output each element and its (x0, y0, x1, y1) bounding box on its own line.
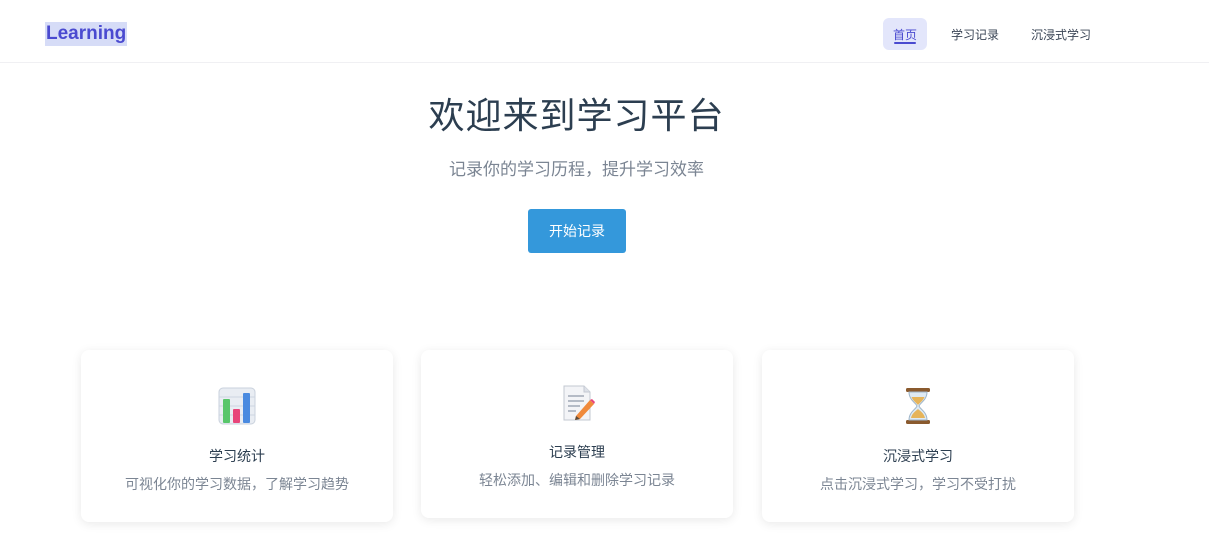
logo-link[interactable]: Learning (45, 22, 128, 46)
feature-card-immersive[interactable]: 沉浸式学习 点击沉浸式学习，学习不受打扰 (762, 350, 1074, 522)
nav-item-records[interactable]: 学习记录 (941, 18, 1009, 50)
hero-subtitle: 记录你的学习历程，提升学习效率 (449, 160, 704, 180)
memo-pencil-icon (563, 385, 595, 421)
feature-title: 沉浸式学习 (883, 449, 953, 465)
start-recording-button[interactable]: 开始记录 (528, 209, 626, 253)
hourglass-icon (906, 388, 930, 424)
feature-description: 轻松添加、编辑和删除学习记录 (479, 473, 675, 489)
nav-item-immersive[interactable]: 沉浸式学习 (1021, 18, 1101, 50)
nav-item-home[interactable]: 首页 (883, 18, 928, 50)
feature-card-records[interactable]: 记录管理 轻松添加、编辑和删除学习记录 (421, 350, 733, 518)
top-header: Learning 首页 学习记录 沉浸式学习 (0, 0, 1209, 63)
feature-title: 记录管理 (549, 445, 605, 461)
feature-card-statistics[interactable]: 学习统计 可视化你的学习数据，了解学习趋势 (81, 350, 393, 522)
feature-description: 点击沉浸式学习，学习不受打扰 (820, 477, 1016, 493)
hero-title: 欢迎来到学习平台 (428, 96, 725, 137)
feature-title: 学习统计 (209, 449, 265, 465)
bar-chart-icon (218, 387, 256, 425)
main-nav: 首页 学习记录 沉浸式学习 (883, 18, 1105, 50)
feature-description: 可视化你的学习数据，了解学习趋势 (125, 477, 349, 493)
